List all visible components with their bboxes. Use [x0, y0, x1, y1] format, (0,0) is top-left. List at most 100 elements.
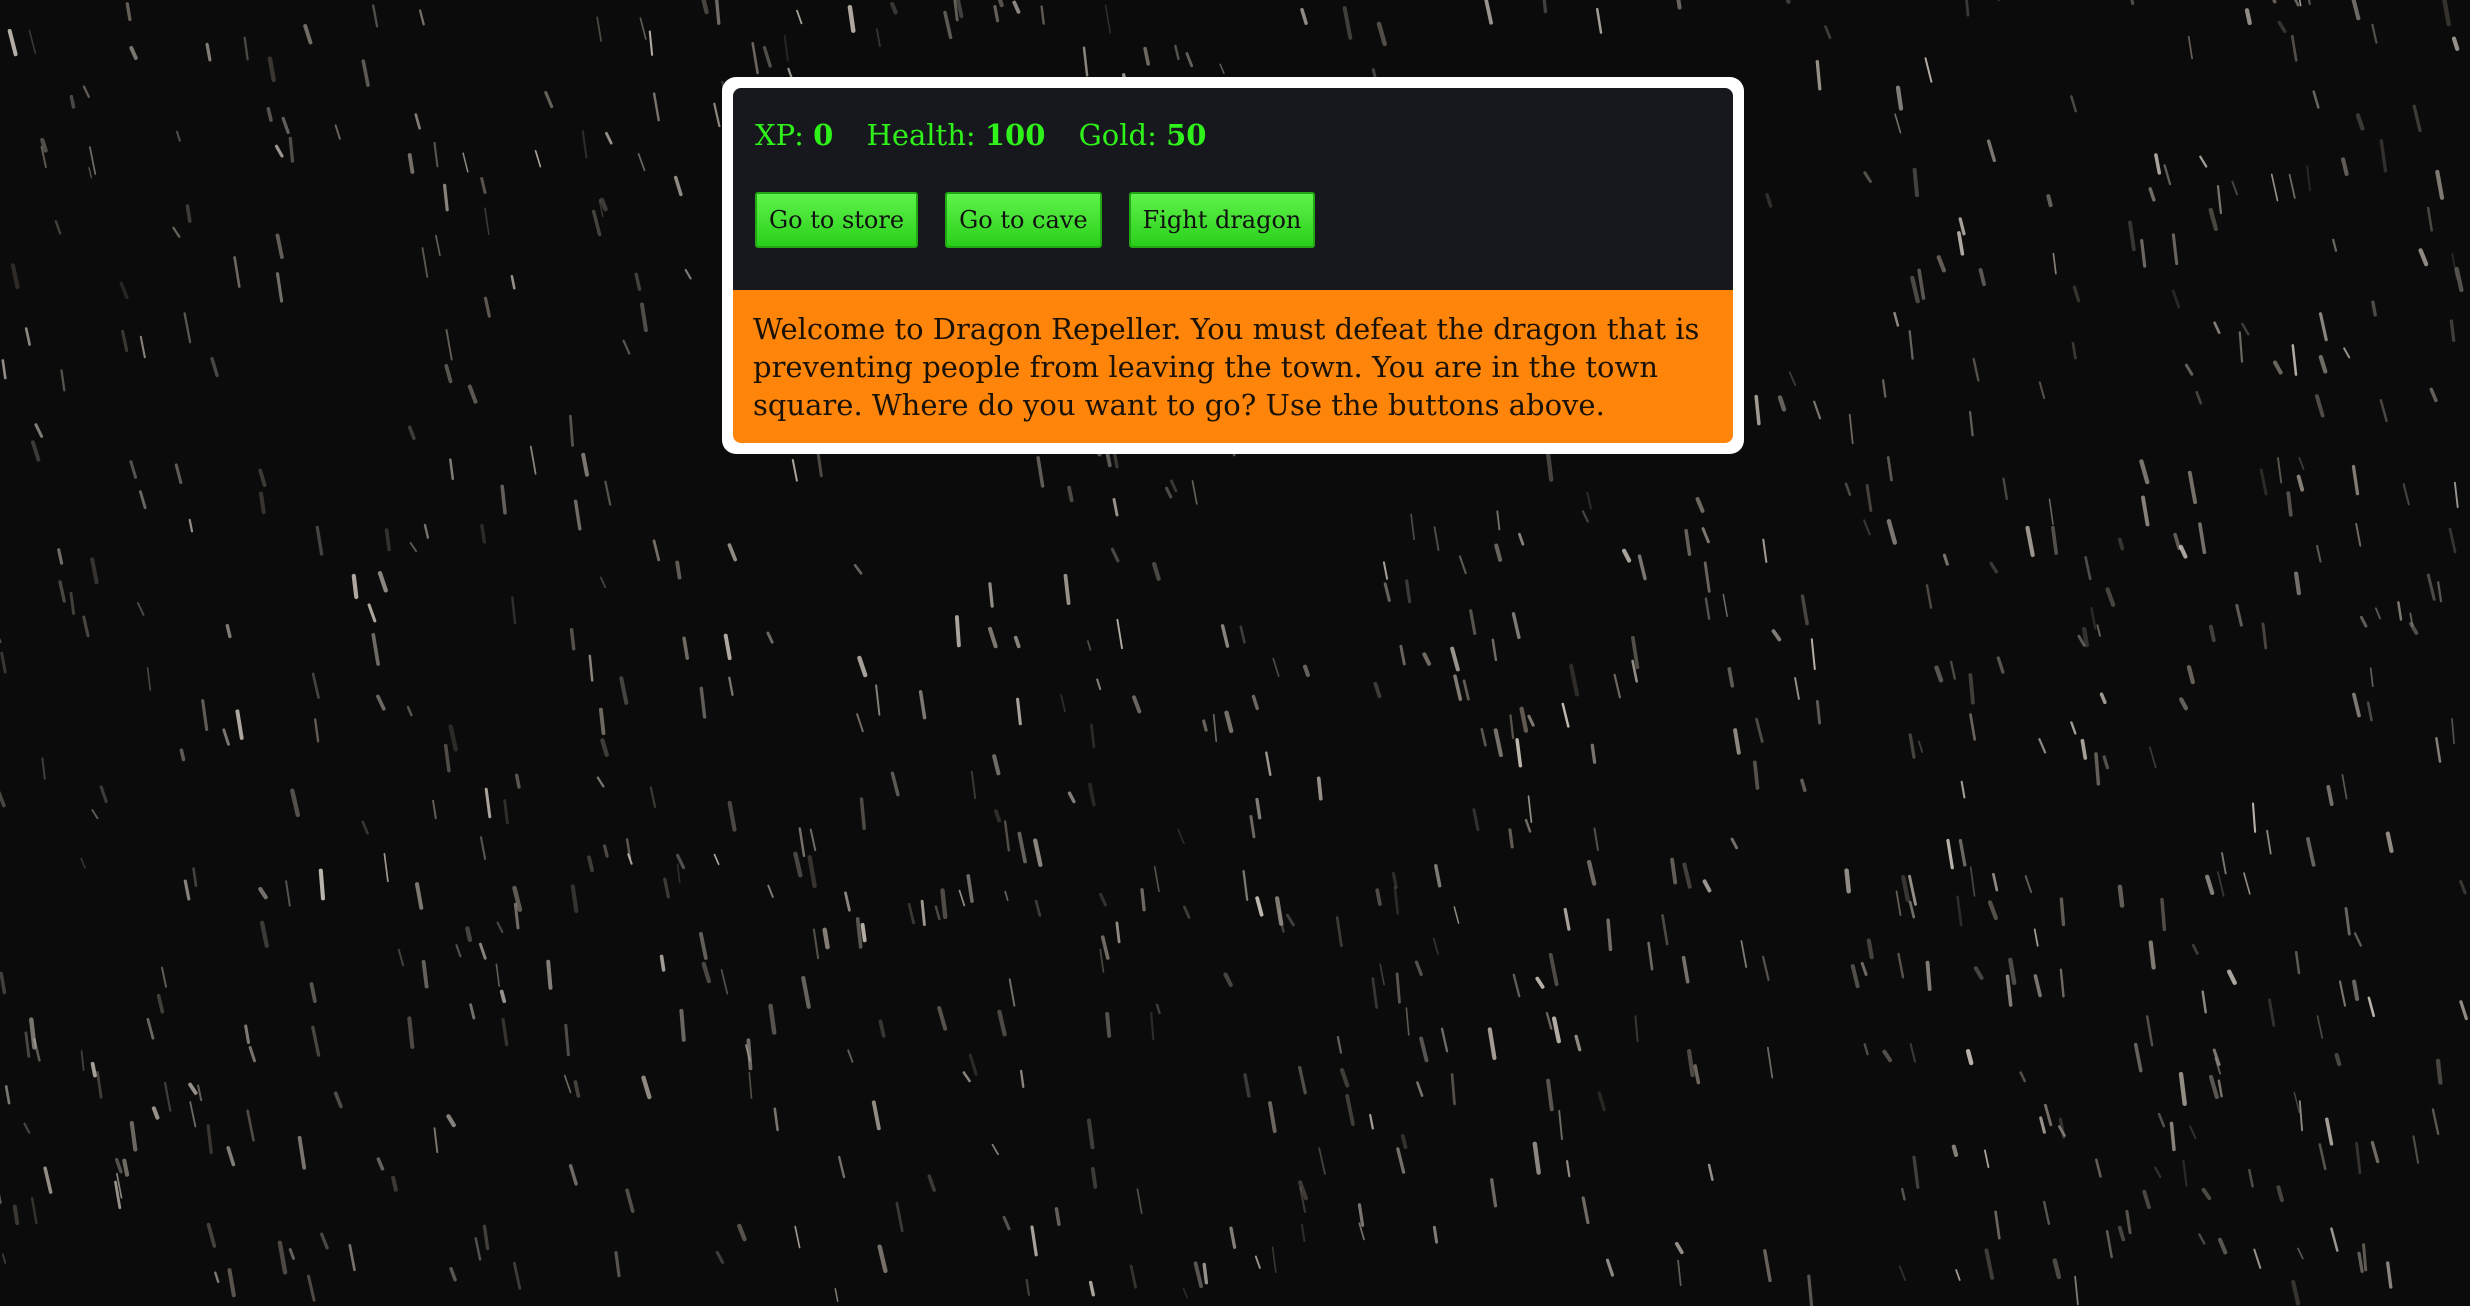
raindrop	[2253, 1248, 2262, 1269]
raindrop	[2298, 1100, 2304, 1132]
raindrop	[2296, 474, 2305, 492]
gold-value: 50	[1166, 118, 1207, 152]
raindrop	[2205, 874, 2215, 896]
raindrop	[1098, 892, 1108, 907]
raindrop	[794, 1225, 801, 1249]
raindrop	[2453, 481, 2459, 509]
raindrop	[151, 1106, 160, 1120]
raindrop	[699, 931, 708, 960]
raindrop	[1336, 1035, 1343, 1054]
raindrop	[2367, 996, 2375, 1018]
raindrop	[1112, 497, 1119, 517]
raindrop	[139, 335, 146, 359]
raindrop	[1978, 268, 1986, 287]
raindrop	[1844, 482, 1852, 496]
raindrop	[503, 799, 509, 825]
raindrop	[2095, 1158, 2102, 1178]
raindrop	[1515, 738, 1523, 768]
go-to-cave-button[interactable]: Go to cave	[945, 192, 1102, 248]
raindrop	[1934, 665, 1944, 683]
raindrop	[860, 922, 867, 943]
raindrop	[2266, 829, 2272, 855]
fight-dragon-button[interactable]: Fight dragon	[1128, 192, 1316, 248]
raindrop	[1272, 657, 1280, 677]
raindrop	[1090, 723, 1096, 749]
raindrop	[1886, 456, 1893, 482]
raindrop	[1193, 1261, 1204, 1289]
raindrop	[1251, 694, 1259, 711]
raindrop	[2306, 165, 2311, 192]
raindrop	[1265, 751, 1272, 777]
raindrop	[496, 921, 504, 934]
raindrop	[2096, 624, 2101, 637]
raindrop	[1860, 961, 1868, 976]
raindrop	[80, 1050, 85, 1071]
raindrop	[1727, 667, 1735, 688]
raindrop	[1453, 906, 1460, 924]
raindrop	[1393, 885, 1400, 915]
raindrop	[146, 1018, 155, 1040]
raindrop	[2451, 252, 2458, 280]
raindrop	[2369, 667, 2374, 688]
raindrop	[4, 1085, 11, 1105]
raindrop	[1008, 978, 1016, 1007]
raindrop	[0, 971, 7, 995]
raindrop	[1067, 791, 1076, 804]
raindrop	[1511, 612, 1521, 640]
raindrop	[1565, 1160, 1571, 1178]
raindrop	[766, 631, 774, 644]
raindrop	[1177, 828, 1185, 845]
raindrop	[2178, 1071, 2187, 1107]
raindrop	[1040, 5, 1045, 25]
raindrop	[1405, 579, 1412, 604]
raindrop	[275, 272, 284, 303]
raindrop	[156, 993, 165, 1014]
raindrop	[172, 226, 181, 238]
raindrop	[1969, 713, 1977, 741]
raindrop	[701, 0, 709, 15]
raindrop	[918, 690, 927, 720]
raindrop	[1285, 913, 1295, 927]
raindrop	[1761, 955, 1770, 981]
raindrop	[281, 116, 290, 134]
raindrop	[2169, 1121, 2176, 1152]
raindrop	[58, 580, 66, 603]
raindrop	[2277, 457, 2283, 484]
raindrop	[1561, 702, 1570, 728]
raindrop	[1581, 510, 1589, 523]
raindrop	[41, 757, 46, 780]
raindrop	[334, 124, 341, 140]
raindrop	[449, 1267, 457, 1282]
raindrop	[1088, 1280, 1096, 1297]
raindrop	[1422, 652, 1432, 666]
raindrop	[2366, 701, 2373, 722]
raindrop	[1440, 1027, 1449, 1053]
raindrop	[0, 637, 2, 643]
go-to-store-button[interactable]: Go to store	[755, 192, 919, 248]
raindrop	[214, 1271, 220, 1284]
raindrop	[1682, 862, 1692, 889]
raindrop	[465, 926, 473, 943]
raindrop	[1908, 330, 1914, 360]
raindrop	[391, 1175, 398, 1192]
raindrop	[449, 458, 455, 481]
raindrop	[183, 879, 191, 901]
controls-panel: XP: 0 Health: 100 Gold: 50 Go to store G…	[733, 88, 1733, 290]
raindrop	[511, 596, 517, 625]
xp-label: XP:	[755, 118, 804, 152]
raindrop	[1581, 1196, 1590, 1225]
raindrop	[1703, 561, 1711, 593]
raindrop	[114, 1157, 123, 1174]
raindrop	[1, 1253, 7, 1264]
raindrop	[129, 45, 138, 60]
raindrop	[2189, 1125, 2197, 1140]
raindrop	[2208, 207, 2219, 232]
raindrop	[855, 917, 863, 949]
raindrop	[534, 150, 542, 168]
raindrop	[2276, 1185, 2284, 1203]
raindrop	[968, 1053, 978, 1076]
raindrop	[1815, 700, 1822, 725]
raindrop	[1383, 582, 1391, 602]
raindrop	[2128, 220, 2136, 252]
raindrop	[88, 167, 93, 179]
